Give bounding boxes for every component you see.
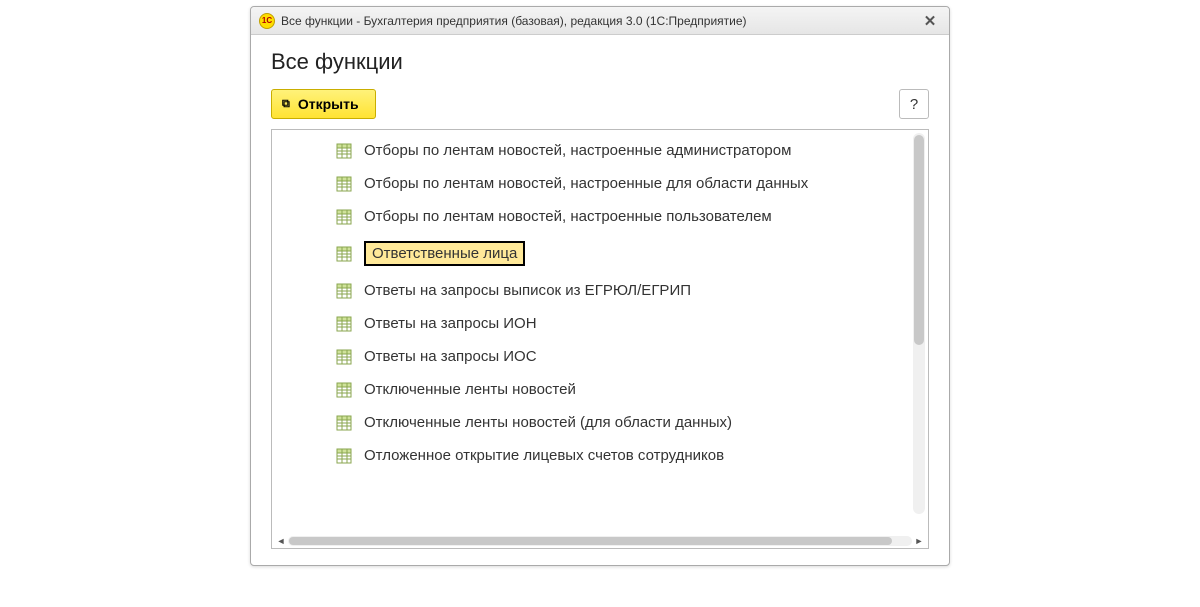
close-button[interactable]: ✕ (919, 12, 941, 30)
list-item[interactable]: Отключенные ленты новостей (272, 373, 910, 406)
list-item-label: Отключенные ленты новостей (для области … (364, 414, 732, 431)
table-icon (336, 382, 352, 398)
vertical-scrollbar-thumb[interactable] (914, 135, 924, 345)
table-icon (336, 415, 352, 431)
horizontal-scrollbar-thumb[interactable] (289, 537, 892, 545)
list-item-label: Ответы на запросы выписок из ЕГРЮЛ/ЕГРИП (364, 282, 691, 299)
list-item[interactable]: Отборы по лентам новостей, настроенные а… (272, 134, 910, 167)
help-icon: ? (910, 96, 918, 113)
close-icon: ✕ (924, 12, 937, 30)
scroll-left-icon[interactable]: ◄ (276, 536, 286, 546)
window-title: Все функции - Бухгалтерия предприятия (б… (281, 14, 919, 28)
list-item[interactable]: Отборы по лентам новостей, настроенные п… (272, 200, 910, 233)
list-item[interactable]: Ответственные лица (272, 233, 910, 274)
help-button[interactable]: ? (899, 89, 929, 119)
list-item-label: Ответы на запросы ИОН (364, 315, 537, 332)
list-item-label: Отключенные ленты новостей (364, 381, 576, 398)
list-item[interactable]: Ответы на запросы ИОС (272, 340, 910, 373)
list-item-label: Ответственные лица (364, 241, 525, 266)
table-icon (336, 349, 352, 365)
function-list[interactable]: Отборы по лентам новостей, настроенные а… (272, 130, 928, 534)
list-item-label: Ответы на запросы ИОС (364, 348, 537, 365)
table-icon (336, 283, 352, 299)
table-icon (336, 176, 352, 192)
toolbar: ⧉ Открыть ? (271, 89, 929, 119)
list-item[interactable]: Ответы на запросы выписок из ЕГРЮЛ/ЕГРИП (272, 274, 910, 307)
open-icon: ⧉ (282, 99, 290, 110)
table-icon (336, 246, 352, 262)
list-item[interactable]: Отключенные ленты новостей (для области … (272, 406, 910, 439)
table-icon (336, 143, 352, 159)
window-content: Все функции ⧉ Открыть ? Отборы по лентам… (251, 35, 949, 565)
scroll-right-icon[interactable]: ► (914, 536, 924, 546)
table-icon (336, 316, 352, 332)
open-button[interactable]: ⧉ Открыть (271, 89, 376, 119)
table-icon (336, 209, 352, 225)
window-frame: 1C Все функции - Бухгалтерия предприятия… (250, 6, 950, 566)
list-item[interactable]: Отложенное открытие лицевых счетов сотру… (272, 439, 910, 472)
horizontal-scrollbar-track[interactable] (288, 536, 912, 546)
table-icon (336, 448, 352, 464)
app-icon-1c: 1C (259, 13, 275, 29)
vertical-scrollbar[interactable] (913, 133, 925, 514)
list-panel: Отборы по лентам новостей, настроенные а… (271, 129, 929, 549)
list-item-label: Отложенное открытие лицевых счетов сотру… (364, 447, 724, 464)
horizontal-scrollbar[interactable]: ◄ ► (272, 534, 928, 548)
list-item-label: Отборы по лентам новостей, настроенные п… (364, 208, 772, 225)
list-item-label: Отборы по лентам новостей, настроенные а… (364, 142, 791, 159)
list-item-label: Отборы по лентам новостей, настроенные д… (364, 175, 808, 192)
titlebar[interactable]: 1C Все функции - Бухгалтерия предприятия… (251, 7, 949, 35)
page-title: Все функции (271, 49, 929, 75)
list-item[interactable]: Отборы по лентам новостей, настроенные д… (272, 167, 910, 200)
open-button-label: Открыть (298, 96, 359, 112)
list-item[interactable]: Ответы на запросы ИОН (272, 307, 910, 340)
